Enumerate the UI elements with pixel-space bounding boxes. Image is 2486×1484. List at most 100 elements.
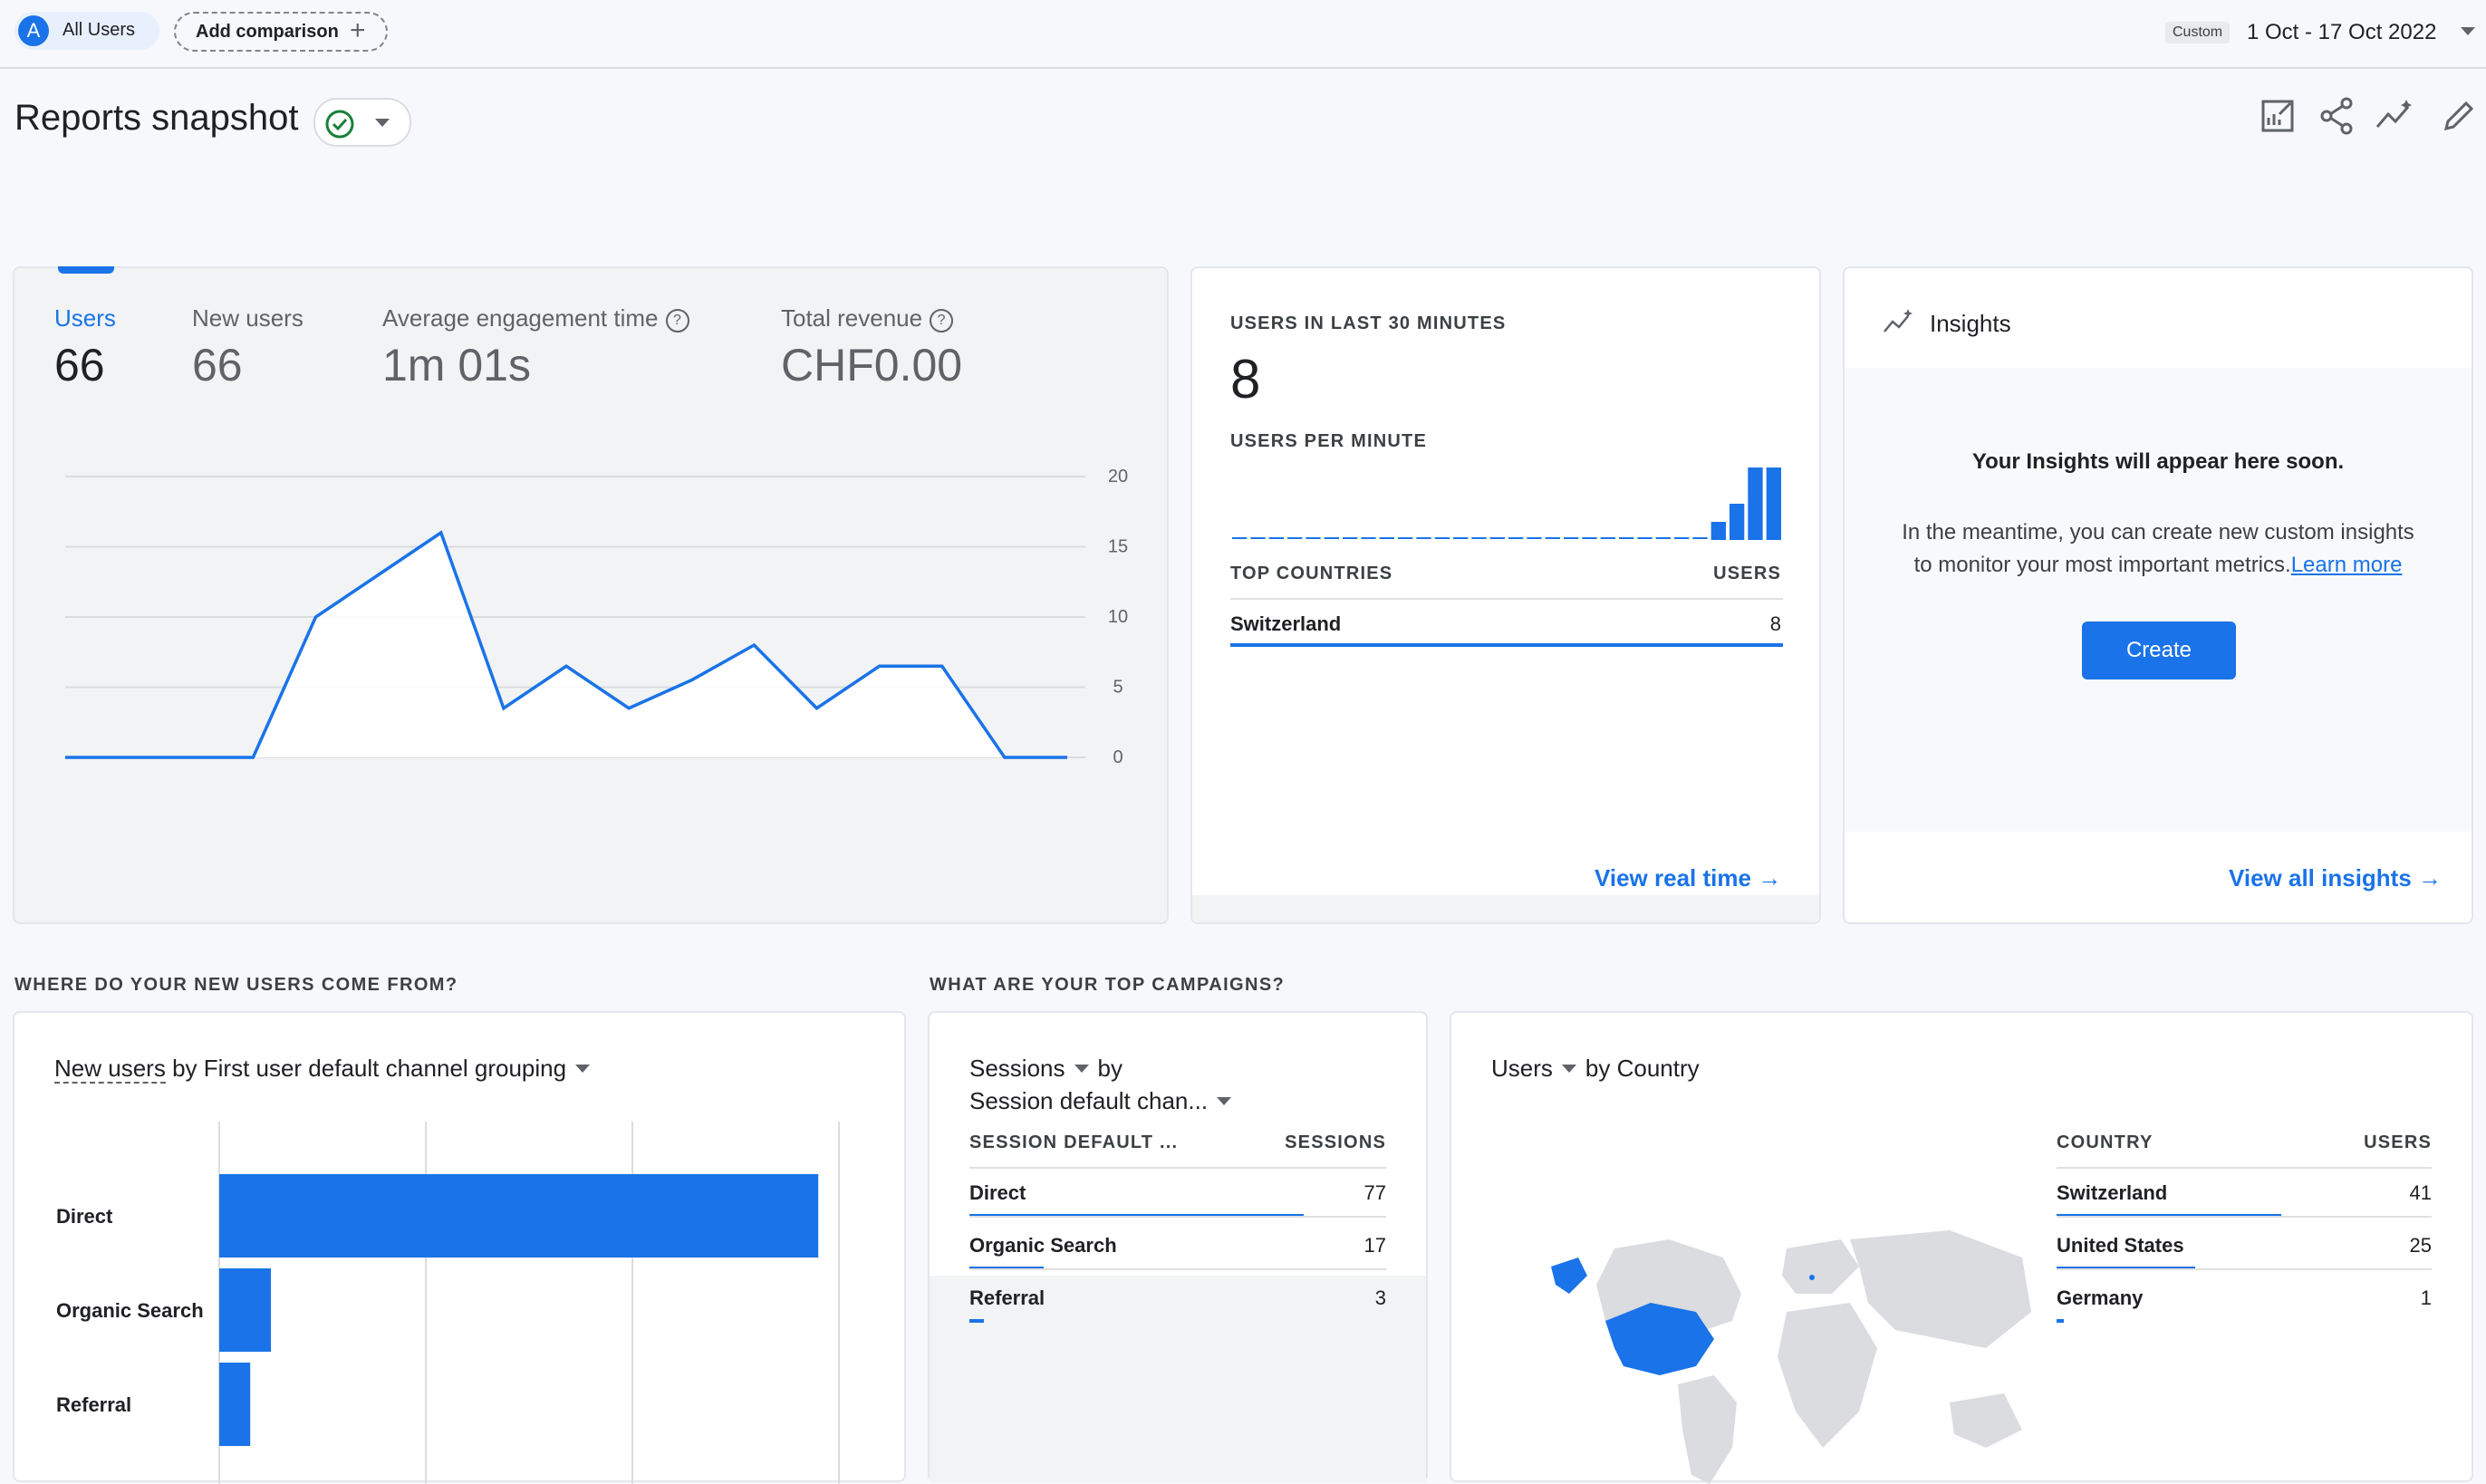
campaign-row-value: 3 bbox=[1375, 1286, 1386, 1310]
chevron-down-icon[interactable] bbox=[1562, 1065, 1576, 1073]
minute-bar bbox=[1306, 537, 1320, 539]
metric-label-revenue: Total revenue bbox=[781, 304, 922, 332]
plus-icon: + bbox=[350, 15, 366, 46]
realtime-card: USERS IN LAST 30 MINUTES 8 USERS PER MIN… bbox=[1190, 266, 1821, 924]
map-south-america bbox=[1678, 1375, 1737, 1484]
minute-bar bbox=[1619, 537, 1633, 539]
campaign-row-label[interactable]: Organic Search bbox=[969, 1234, 1117, 1258]
share-icon[interactable] bbox=[2316, 94, 2359, 138]
arrow-right-icon: → bbox=[1758, 864, 1781, 891]
insights-icon[interactable] bbox=[2374, 94, 2417, 138]
users-header: USERS bbox=[1713, 564, 1781, 584]
check-circle-icon bbox=[324, 109, 355, 140]
map-australia bbox=[1950, 1393, 2022, 1448]
country-metric-selector[interactable]: Users bbox=[1491, 1055, 1553, 1082]
top-countries-header: TOP COUNTRIES bbox=[1230, 564, 1392, 584]
section-title-new-users: WHERE DO YOUR NEW USERS COME FROM? bbox=[14, 975, 458, 996]
map-africa bbox=[1778, 1303, 1877, 1448]
learn-more-link[interactable]: Learn more bbox=[2291, 553, 2403, 577]
campaign-dimension-selector[interactable]: Session default chan... bbox=[969, 1087, 1240, 1115]
segment-avatar: A bbox=[18, 15, 49, 46]
add-comparison-button[interactable]: Add comparison + bbox=[174, 12, 388, 52]
help-icon[interactable]: ? bbox=[666, 309, 689, 332]
divider bbox=[969, 1167, 1386, 1169]
minute-bar bbox=[1692, 537, 1707, 539]
campaign-col-left: SESSION DEFAULT ... bbox=[969, 1132, 1178, 1153]
section-title-campaigns: WHAT ARE YOUR TOP CAMPAIGNS? bbox=[930, 975, 1285, 996]
customize-report-icon[interactable] bbox=[2256, 94, 2299, 138]
insights-body bbox=[1845, 368, 2472, 832]
minute-bar bbox=[1711, 522, 1726, 540]
campaign-row-label[interactable]: Direct bbox=[969, 1181, 1026, 1205]
view-real-time-label: View real time bbox=[1595, 864, 1751, 891]
y-tick-label: 20 bbox=[1108, 467, 1128, 487]
channel-bar bbox=[219, 1363, 250, 1446]
top-bar: A All Users Add comparison + Custom 1 Oc… bbox=[0, 0, 2486, 69]
divider bbox=[2057, 1167, 2432, 1169]
users-per-minute-chart bbox=[1230, 458, 1783, 540]
campaign-dimension-label: Session default chan... bbox=[969, 1087, 1208, 1114]
map-switzerland bbox=[1809, 1275, 1815, 1280]
help-icon[interactable]: ? bbox=[930, 309, 953, 332]
insights-title: Insights bbox=[1930, 310, 2011, 338]
country-share-bar bbox=[2057, 1319, 2064, 1323]
campaign-metric-selector[interactable]: Sessions bbox=[969, 1055, 1065, 1082]
map-asia bbox=[1850, 1230, 2031, 1348]
world-map bbox=[1515, 1212, 2040, 1484]
segment-chip-all-users[interactable]: A All Users bbox=[14, 12, 159, 50]
per-minute-label: USERS PER MINUTE bbox=[1230, 431, 1427, 452]
chevron-down-icon[interactable] bbox=[1074, 1065, 1089, 1073]
report-status-menu[interactable] bbox=[313, 98, 411, 147]
metric-value-revenue: CHF0.00 bbox=[781, 339, 962, 391]
insights-card: Insights Your Insights will appear here … bbox=[1843, 266, 2473, 924]
metric-value-users: 66 bbox=[54, 339, 105, 391]
divider bbox=[1230, 598, 1783, 600]
realtime-title: USERS IN LAST 30 MINUTES bbox=[1230, 313, 1506, 334]
date-range-picker[interactable]: 1 Oct - 17 Oct 2022 bbox=[2247, 20, 2436, 45]
users-line-chart: 20151050010305070911131517Oct bbox=[14, 440, 1165, 766]
metric-tab-engagement[interactable]: Average engagement time? bbox=[382, 304, 689, 332]
minute-bar bbox=[1546, 537, 1560, 539]
channel-metric-selector[interactable]: New users bbox=[54, 1055, 166, 1084]
add-comparison-label: Add comparison bbox=[196, 22, 339, 43]
view-real-time-link[interactable]: View real time → bbox=[1595, 864, 1781, 892]
edit-pencil-icon[interactable] bbox=[2437, 94, 2481, 138]
minute-bar bbox=[1343, 537, 1357, 539]
divider bbox=[969, 1268, 1386, 1270]
channel-label: Direct bbox=[56, 1205, 113, 1228]
metric-tab-new-users[interactable]: New users bbox=[192, 304, 304, 332]
chevron-down-icon[interactable] bbox=[575, 1065, 590, 1073]
country-row-label[interactable]: Switzerland bbox=[2057, 1181, 2167, 1205]
insights-headline: Your Insights will appear here soon. bbox=[1845, 449, 2472, 475]
metric-value-new-users: 66 bbox=[192, 339, 243, 391]
minute-bar bbox=[1361, 537, 1375, 539]
metric-tab-users[interactable]: Users bbox=[54, 304, 116, 332]
channel-bar bbox=[219, 1174, 818, 1258]
country-col-right: USERS bbox=[2364, 1132, 2432, 1153]
country-row-value: 41 bbox=[2410, 1181, 2432, 1205]
chevron-down-icon[interactable] bbox=[2461, 27, 2475, 35]
campaign-by-label: by bbox=[1098, 1055, 1123, 1082]
minute-bar bbox=[1582, 537, 1596, 539]
metric-tab-revenue[interactable]: Total revenue? bbox=[781, 304, 953, 332]
minute-bar bbox=[1674, 537, 1689, 539]
country-row-label[interactable]: Switzerland bbox=[1230, 612, 1341, 636]
segment-label: All Users bbox=[63, 20, 135, 41]
country-row-label[interactable]: Germany bbox=[2057, 1286, 2143, 1310]
country-row-value: 1 bbox=[2421, 1286, 2432, 1310]
campaign-row-value: 77 bbox=[1364, 1181, 1386, 1205]
view-all-insights-link[interactable]: View all insights → bbox=[2229, 864, 2442, 892]
insights-body-line1: In the meantime, you can create new cust… bbox=[1845, 520, 2472, 545]
minute-bar bbox=[1453, 537, 1468, 539]
view-all-insights-label: View all insights bbox=[2229, 864, 2412, 891]
channel-card-title[interactable]: New users by First user default channel … bbox=[54, 1055, 599, 1083]
minute-bar bbox=[1767, 467, 1781, 540]
page-title: Reports snapshot bbox=[14, 98, 299, 139]
country-share-bar bbox=[1230, 643, 1783, 647]
create-insight-button[interactable]: Create bbox=[2082, 622, 2236, 679]
country-row-label[interactable]: United States bbox=[2057, 1234, 2184, 1258]
line-area bbox=[65, 533, 1067, 757]
campaign-col-right: SESSIONS bbox=[1285, 1132, 1386, 1153]
campaign-row-label[interactable]: Referral bbox=[969, 1286, 1045, 1310]
footer-strip bbox=[1192, 895, 1819, 922]
